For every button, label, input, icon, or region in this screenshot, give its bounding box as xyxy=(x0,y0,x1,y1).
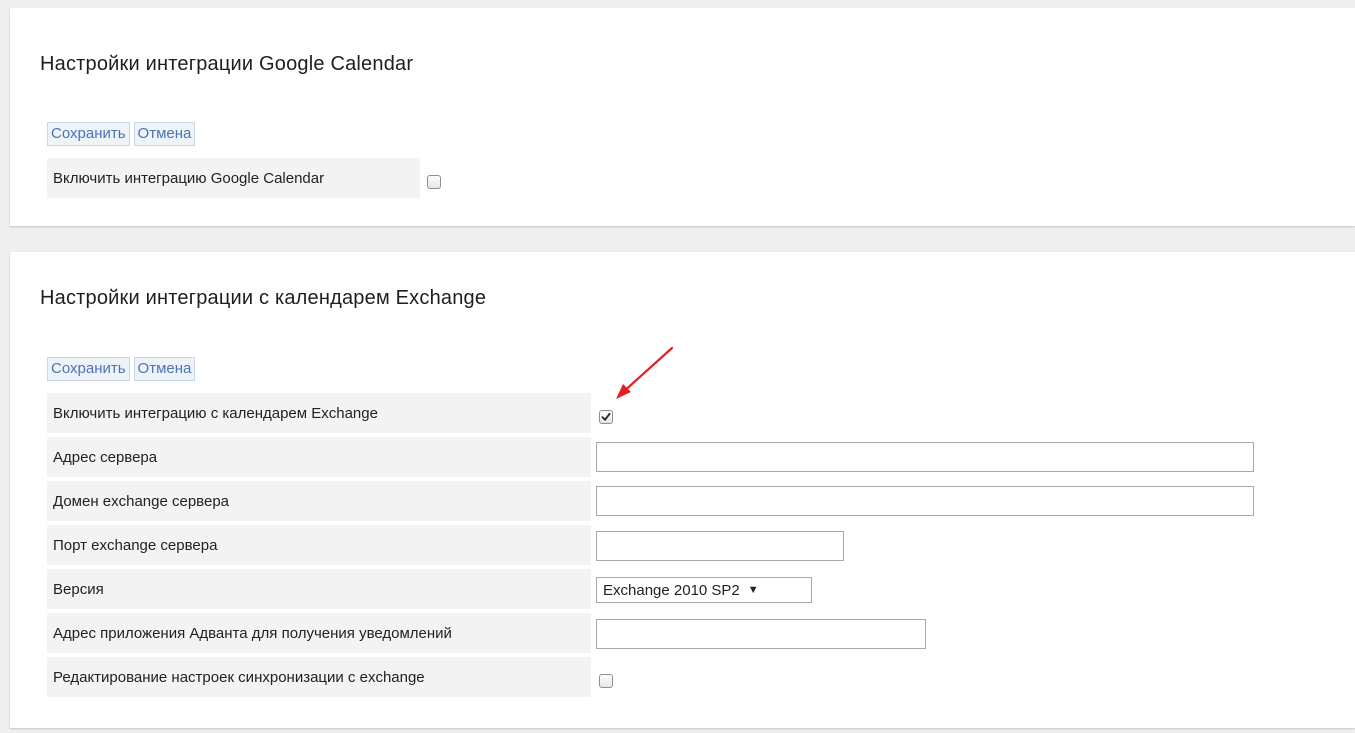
version-label: Версия xyxy=(47,569,591,609)
server-address-input[interactable] xyxy=(596,442,1254,472)
version-select-value: Exchange 2010 SP2 xyxy=(603,581,740,599)
google-calendar-panel: Настройки интеграции Google Calendar Сох… xyxy=(10,8,1355,226)
exchange-domain-label: Домен exchange сервера xyxy=(47,481,591,521)
google-enable-checkbox[interactable] xyxy=(427,175,441,189)
red-arrow-annotation xyxy=(616,346,674,399)
exchange-cancel-button[interactable]: Отмена xyxy=(133,357,196,381)
exchange-save-button[interactable]: Сохранить xyxy=(47,357,130,381)
version-select[interactable]: Exchange 2010 SP2 ▼ xyxy=(596,577,812,603)
google-button-row: Сохранить Отмена xyxy=(47,122,196,146)
google-enable-label: Включить интеграцию Google Calendar xyxy=(47,158,420,198)
dropdown-triangle-icon: ▼ xyxy=(747,584,759,596)
exchange-port-label: Порт exchange сервера xyxy=(47,525,591,565)
notify-address-label: Адрес приложения Адванта для получения у… xyxy=(47,613,591,653)
exchange-calendar-panel: Настройки интеграции с календарем Exchan… xyxy=(10,252,1355,728)
edit-sync-checkbox[interactable] xyxy=(599,674,613,688)
google-cancel-button[interactable]: Отмена xyxy=(133,122,196,146)
exchange-button-row: Сохранить Отмена xyxy=(47,357,196,381)
exchange-panel-title: Настройки интеграции с календарем Exchan… xyxy=(40,287,487,309)
server-address-label: Адрес сервера xyxy=(47,437,591,477)
exchange-domain-input[interactable] xyxy=(596,486,1254,516)
edit-sync-label: Редактирование настроек синхронизации с … xyxy=(47,657,591,697)
notify-address-input[interactable] xyxy=(596,619,926,649)
exchange-port-input[interactable] xyxy=(596,531,844,561)
checkmark-icon xyxy=(601,412,611,421)
google-panel-title: Настройки интеграции Google Calendar xyxy=(40,53,414,75)
google-save-button[interactable]: Сохранить xyxy=(47,122,130,146)
exchange-enable-label: Включить интеграцию с календарем Exchang… xyxy=(47,393,591,433)
